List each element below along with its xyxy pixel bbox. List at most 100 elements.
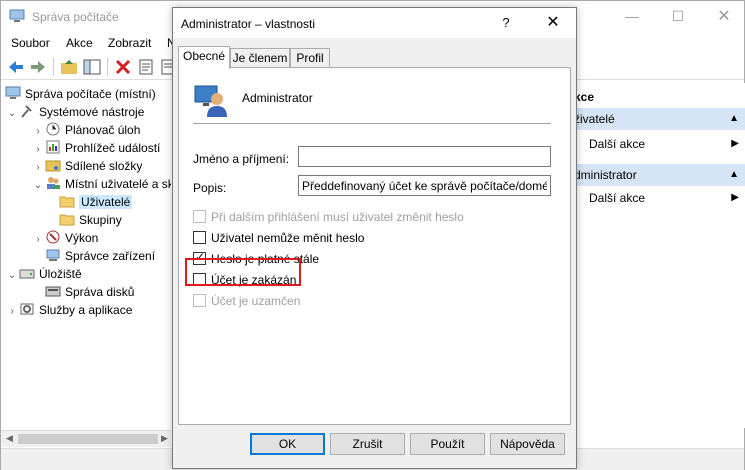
tree-label: Místní uživatelé a sk — [65, 177, 171, 191]
tab-member-of[interactable]: Je členem — [230, 48, 290, 68]
tree-item-users[interactable]: Uživatelé — [59, 193, 133, 211]
tree-label: Správce zařízení — [65, 249, 156, 263]
properties-icon[interactable] — [136, 57, 156, 77]
tree-item-groups[interactable]: Skupiny — [59, 211, 122, 229]
cancel-button[interactable]: Zrušit — [330, 433, 405, 455]
chevron-down-icon[interactable]: ⌄ — [5, 267, 19, 285]
close-button[interactable]: ✕ — [701, 1, 745, 32]
tree-item-services-apps[interactable]: › Služby a aplikace — [5, 301, 132, 319]
tree-item-local-users-groups[interactable]: ⌄ Místní uživatelé a sk — [31, 175, 171, 193]
back-icon[interactable] — [6, 57, 26, 77]
section-label: dministrator — [574, 168, 637, 182]
action-more-actions[interactable]: Další akce ▶ — [568, 133, 745, 155]
storage-icon — [19, 269, 35, 279]
tree-label: Skupiny — [79, 213, 122, 227]
tree-label: Úložiště — [39, 267, 82, 281]
computer-management-icon — [9, 9, 25, 22]
tree-label: Plánovač úloh — [65, 123, 141, 137]
apply-button[interactable]: Použít — [410, 433, 485, 455]
minimize-button[interactable]: — — [609, 1, 655, 32]
tree-label: Služby a aplikace — [39, 303, 133, 317]
checkbox-label: Uživatel nemůže měnit heslo — [211, 231, 365, 245]
tab-general[interactable]: Obecné — [178, 46, 230, 69]
computer-icon — [5, 86, 21, 99]
full-name-label: Jméno a příjmení: — [193, 152, 290, 166]
tree-item-device-manager[interactable]: Správce zařízení — [45, 247, 155, 265]
main-window-title: Správa počítače — [32, 10, 119, 24]
folder-icon — [59, 196, 75, 208]
user-name: Administrator — [242, 91, 313, 105]
tree-item-shared-folders[interactable]: › Sdílené složky — [31, 157, 142, 175]
checkbox-box[interactable] — [193, 294, 206, 307]
full-name-input[interactable] — [298, 146, 551, 167]
chevron-down-icon[interactable]: ⌄ — [5, 105, 19, 123]
actions-section-administrator[interactable]: dministrator ▲ — [568, 164, 745, 186]
event-viewer-icon — [46, 140, 60, 154]
checkbox-box[interactable] — [193, 231, 206, 244]
collapse-icon[interactable]: ▲ — [729, 108, 739, 130]
must-change-password-checkbox[interactable]: Při dalším přihlášení musí uživatel změn… — [193, 210, 464, 226]
chevron-right-icon[interactable]: › — [31, 231, 45, 249]
ok-button[interactable]: OK — [250, 433, 325, 455]
delete-icon[interactable] — [113, 57, 133, 77]
menu-soubor[interactable]: Soubor — [11, 36, 50, 50]
users-icon — [47, 177, 60, 189]
tree-item-performance[interactable]: › Výkon — [31, 229, 98, 247]
submenu-arrow-icon: ▶ — [731, 138, 739, 149]
tree-item-system-tools[interactable]: ⌄ Systémové nástroje — [5, 103, 145, 123]
maximize-button[interactable]: ☐ — [655, 1, 701, 32]
chevron-down-icon[interactable]: ⌄ — [31, 177, 45, 195]
forward-icon[interactable] — [28, 57, 48, 77]
tree-item-computer-management[interactable]: Správa počítače (místní) — [5, 85, 156, 103]
shared-folder-icon — [45, 160, 61, 172]
folder-icon — [59, 214, 75, 226]
action-label: Další akce — [589, 191, 646, 205]
tools-icon — [21, 105, 32, 118]
checkbox-label: Účet je uzamčen — [211, 294, 301, 308]
actions-header: kce — [568, 86, 745, 108]
up-folder-icon[interactable] — [59, 57, 79, 77]
chevron-right-icon[interactable]: › — [5, 303, 19, 321]
tree-horizontal-scrollbar[interactable]: ◀ ▶ — [1, 430, 171, 447]
section-label: živatelé — [574, 112, 615, 126]
help-dialog-button[interactable]: Nápověda — [490, 433, 565, 455]
action-label: Další akce — [589, 137, 646, 151]
clock-icon — [46, 122, 60, 136]
checkbox-box[interactable] — [193, 210, 206, 223]
account-locked-checkbox[interactable]: Účet je uzamčen — [193, 294, 300, 310]
dialog-title: Administrator – vlastnosti — [181, 17, 316, 31]
show-hide-tree-icon[interactable] — [82, 57, 102, 77]
properties-dialog: Administrator – vlastnosti ? ✕ Obecné Je… — [172, 7, 577, 469]
dialog-titlebar: Administrator – vlastnosti ? ✕ — [173, 8, 576, 38]
tab-profile[interactable]: Profil — [290, 48, 330, 68]
action-more-actions[interactable]: Další akce ▶ — [568, 187, 745, 209]
submenu-arrow-icon: ▶ — [731, 192, 739, 203]
help-button[interactable]: ? — [491, 8, 521, 38]
scrollbar-thumb[interactable] — [18, 434, 158, 444]
actions-pane: kce živatelé ▲ Další akce ▶ dministrator… — [567, 83, 745, 428]
tree-label: Systémové nástroje — [39, 105, 145, 119]
scroll-left-icon[interactable]: ◀ — [6, 433, 13, 444]
tree-item-disk-management[interactable]: Správa disků — [45, 283, 134, 301]
scroll-right-icon[interactable]: ▶ — [161, 433, 168, 444]
dialog-close-button[interactable]: ✕ — [533, 8, 573, 38]
checkbox-label: Při dalším přihlášení musí uživatel změn… — [211, 210, 464, 224]
toolbar-separator — [53, 58, 54, 76]
general-tab-panel: Administrator Jméno a příjmení: Popis: P… — [178, 67, 571, 425]
tree-item-storage[interactable]: ⌄ Úložiště — [5, 265, 82, 283]
tree-label: Výkon — [65, 231, 99, 245]
actions-section-users[interactable]: živatelé ▲ — [568, 108, 745, 130]
console-tree: Správa počítače (místní) ⌄ Systémové nást… — [1, 83, 171, 428]
disk-icon — [45, 286, 61, 297]
tree-label: Správa disků — [65, 285, 135, 299]
menu-akce[interactable]: Akce — [66, 36, 93, 50]
description-input[interactable] — [298, 175, 551, 196]
tree-item-task-scheduler[interactable]: › Plánovač úloh — [31, 121, 140, 139]
menu-zobrazit[interactable]: Zobrazit — [108, 36, 151, 50]
cannot-change-password-checkbox[interactable]: Uživatel nemůže měnit heslo — [193, 231, 364, 247]
description-label: Popis: — [193, 181, 227, 195]
tree-label: Sdílené složky — [65, 159, 143, 173]
collapse-icon[interactable]: ▲ — [729, 164, 739, 186]
tree-item-event-viewer[interactable]: › Prohlížeč událostí — [31, 139, 160, 157]
services-icon — [20, 303, 34, 315]
